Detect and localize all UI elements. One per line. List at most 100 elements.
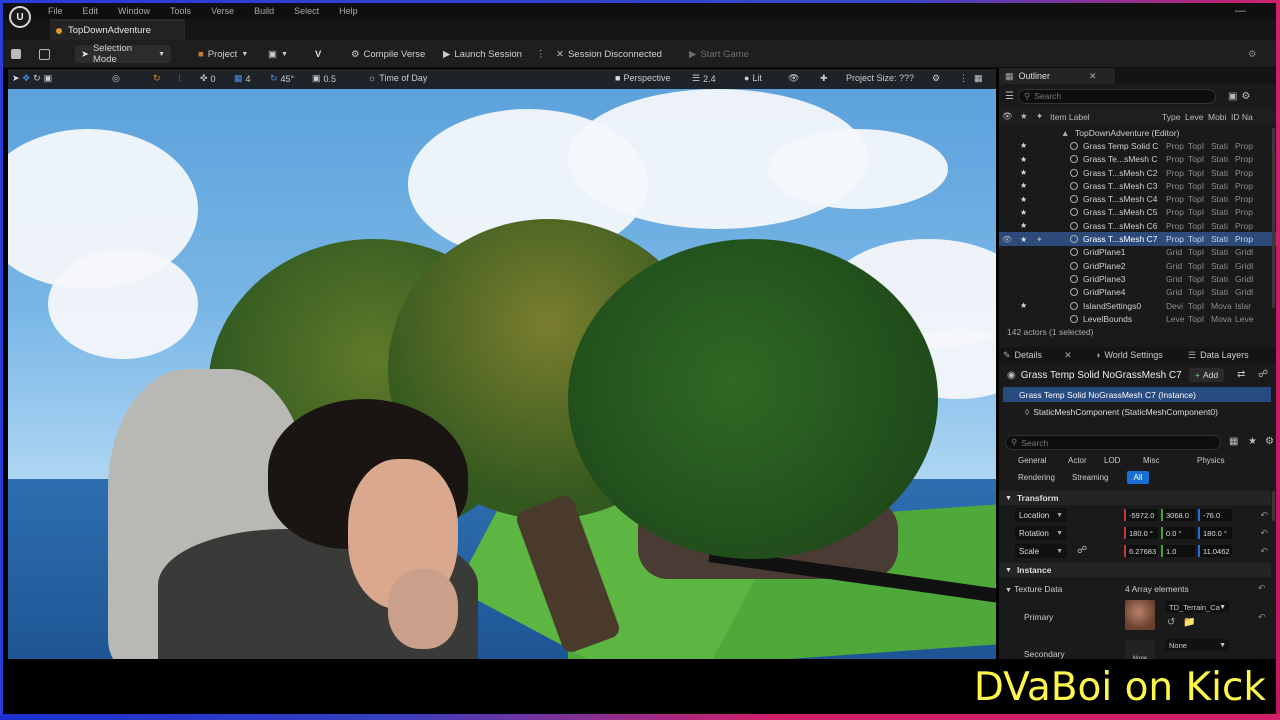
filter-physics[interactable]: Physics [1192,454,1230,467]
outliner-row[interactable]: GridPlane4 Grid TopI Stati GridI [999,286,1276,299]
favorite-column-icon[interactable]: ★ [1020,111,1028,122]
outliner-row[interactable]: GridPlane1 Grid TopI Stati GridI [999,246,1276,259]
viewport-settings-icon[interactable]: ⚙ [932,73,940,84]
snap-toggle[interactable]: ⁝ [178,73,181,84]
favorite-star-icon[interactable]: ★ [1020,168,1028,177]
filter-general[interactable]: General [1013,454,1051,467]
grid-snap[interactable]: ▦ 4 [234,73,251,84]
tab-data-layers[interactable]: ☰ Data Layers [1188,347,1249,363]
object-name[interactable]: Grass Temp Solid NoGrassMesh C7 [1021,370,1182,381]
reset-arrow-icon[interactable]: ↶ [1258,583,1266,594]
rotation-y-input[interactable]: 0.0 ° [1161,527,1195,539]
menu-item-window[interactable]: Window [118,6,150,16]
surface-snap-icon[interactable]: ↻ [153,73,161,84]
viewport-more-icon[interactable]: ⋮ [959,73,968,84]
content-browser-icon[interactable] [39,45,50,63]
instance-component-row[interactable]: Grass Temp Solid NoGrassMesh C7 (Instanc… [1003,387,1271,402]
outliner-row[interactable]: GridPlane3 Grid TopI Stati GridI [999,272,1276,285]
outliner-row[interactable]: ★ Grass T...sMesh C3 Prop TopI Stati Prop [999,179,1276,192]
rotation-z-input[interactable]: 180.0 ° [1198,527,1232,539]
outliner-row[interactable]: ★ Grass T...sMesh C2 Prop TopI Stati Prop [999,166,1276,179]
favorite-star-icon[interactable]: ★ [1020,155,1028,164]
outliner-settings-icon[interactable]: ⚙ [1241,91,1250,102]
type-column[interactable]: Type [1162,112,1180,122]
item-label-column[interactable]: Item Label [1050,112,1090,122]
lit-mode-button[interactable]: ● Lit [744,73,762,83]
location-z-input[interactable]: -76.0 [1198,509,1232,521]
visibility-eye-icon[interactable]: 👁 [1002,235,1012,244]
table-view-icon[interactable]: ▦ [1229,436,1238,447]
outliner-row[interactable]: ★ Grass T...sMesh C6 Prop TopI Stati Prop [999,219,1276,232]
scale-dropdown[interactable]: Scale ▼ [1015,544,1067,558]
filter-misc[interactable]: Misc [1138,454,1164,467]
scale-snap[interactable]: ▣ 0.5 [312,73,336,84]
menu-item-build[interactable]: Build [254,6,274,16]
scale-z-input[interactable]: 11.0462 [1198,545,1232,557]
filter-all[interactable]: All [1127,471,1149,484]
unreal-logo-icon[interactable]: U [9,6,31,28]
scale-lock-icon[interactable]: ☍ [1077,545,1087,556]
perspective-button[interactable]: ■ Perspective [615,73,670,83]
camera-speed-button[interactable]: ☰ 2.4 [692,73,716,84]
favorite-star-icon[interactable]: ★ [1020,208,1028,217]
favorite-star-icon[interactable]: ★ [1020,181,1028,190]
settings-icon[interactable]: ⚙ [1248,45,1257,63]
close-icon[interactable]: ✕ [1089,71,1097,82]
filter-icon[interactable]: ☰ [1005,91,1014,102]
primary-texture-dropdown[interactable]: TD_Terrain_Ca ▼ [1165,601,1229,613]
visibility-column-icon[interactable]: 👁 [1002,111,1013,122]
menu-item-help[interactable]: Help [339,6,358,16]
pin-column-icon[interactable]: ✦ [1036,111,1043,122]
filter-rendering[interactable]: Rendering [1013,471,1060,484]
selection-mode-button[interactable]: ➤ Selection Mode ▼ [75,43,171,65]
reset-arrow-icon[interactable]: ↶ [1260,510,1268,521]
location-dropdown[interactable]: Location ▼ [1015,508,1067,522]
secondary-texture-dropdown[interactable]: None ▼ [1165,639,1229,651]
session-status[interactable]: ✕ Session Disconnected [556,45,662,63]
verse-icon[interactable]: V [315,45,321,63]
viewport-layout-icon[interactable]: ▦ [974,73,983,84]
add-folder-icon[interactable]: ▣ [1228,91,1237,102]
window-controls[interactable]: — [1235,5,1246,17]
texture-data-row[interactable]: ▼ Texture Data [1005,584,1062,594]
transform-tools[interactable]: ➤ ✥ ↻ ▣ [12,73,52,84]
snap-value[interactable]: ✜ 0 [200,73,216,84]
menu-item-file[interactable]: File [48,6,63,16]
scale-x-input[interactable]: 6.27683 [1124,545,1158,557]
level-column[interactable]: Leve [1185,112,1203,122]
menu-item-select[interactable]: Select [294,6,319,16]
start-game-button[interactable]: ▶ Start Game [689,45,749,63]
transform-section-header[interactable]: ▼ Transform [999,491,1271,505]
more-options-icon[interactable]: ⋮ [536,45,546,63]
project-tab[interactable]: TopDownAdventure [50,19,185,40]
tab-details[interactable]: ✎ Details ✕ [1003,347,1072,363]
reset-arrow-icon[interactable]: ↶ [1260,546,1268,557]
filter-actor[interactable]: Actor [1063,454,1092,467]
world-space-icon[interactable]: ◎ [112,73,120,84]
primary-texture-thumbnail[interactable] [1125,600,1155,630]
scale-y-input[interactable]: 1.0 [1161,545,1195,557]
favorite-star-icon[interactable]: ★ [1020,301,1028,310]
save-icon[interactable] [11,45,21,63]
location-x-input[interactable]: -5972.0 [1124,509,1158,521]
browse-arrow-icon[interactable]: ↺ [1167,617,1175,628]
outliner-row[interactable]: ★ Grass T...sMesh C5 Prop TopI Stati Prop [999,206,1276,219]
realtime-icon[interactable]: ✚ [820,73,828,84]
outliner-search-input[interactable]: ⚲ Search [1017,88,1216,104]
outliner-tab[interactable]: ▦ Outliner ✕ [999,68,1115,84]
instance-section-header[interactable]: ▼ Instance [999,563,1271,577]
level-viewport[interactable]: ➤ ✥ ↻ ▣ ◎ ↻ ⁝ ✜ 0 ▦ 4 ↻ 45° ▣ 0.5 ☼ Time… [8,69,996,659]
reset-arrow-icon[interactable]: ↶ [1258,612,1266,623]
blueprint-icon[interactable]: ⇄ [1237,369,1245,380]
favorite-star-icon[interactable]: ★ [1020,235,1028,244]
rotation-dropdown[interactable]: Rotation ▼ [1015,526,1067,540]
outliner-row[interactable]: GridPlane2 Grid TopI Stati GridI [999,259,1276,272]
rotation-x-input[interactable]: 180.0 ° [1124,527,1158,539]
angle-snap[interactable]: ↻ 45° [270,73,294,84]
browse-folder-icon[interactable]: 📁 [1183,617,1195,628]
tab-world-settings[interactable]: ◑ World Settings [1095,347,1163,363]
outliner-row[interactable]: LevelBounds Leve TopI Mova Leve [999,312,1276,323]
outliner-row[interactable]: 👁 ★ ✦ Grass T...sMesh C7 Prop TopI Stati Prop [999,232,1276,246]
reset-arrow-icon[interactable]: ↶ [1260,528,1268,539]
details-settings-icon[interactable]: ⚙ [1265,436,1274,447]
